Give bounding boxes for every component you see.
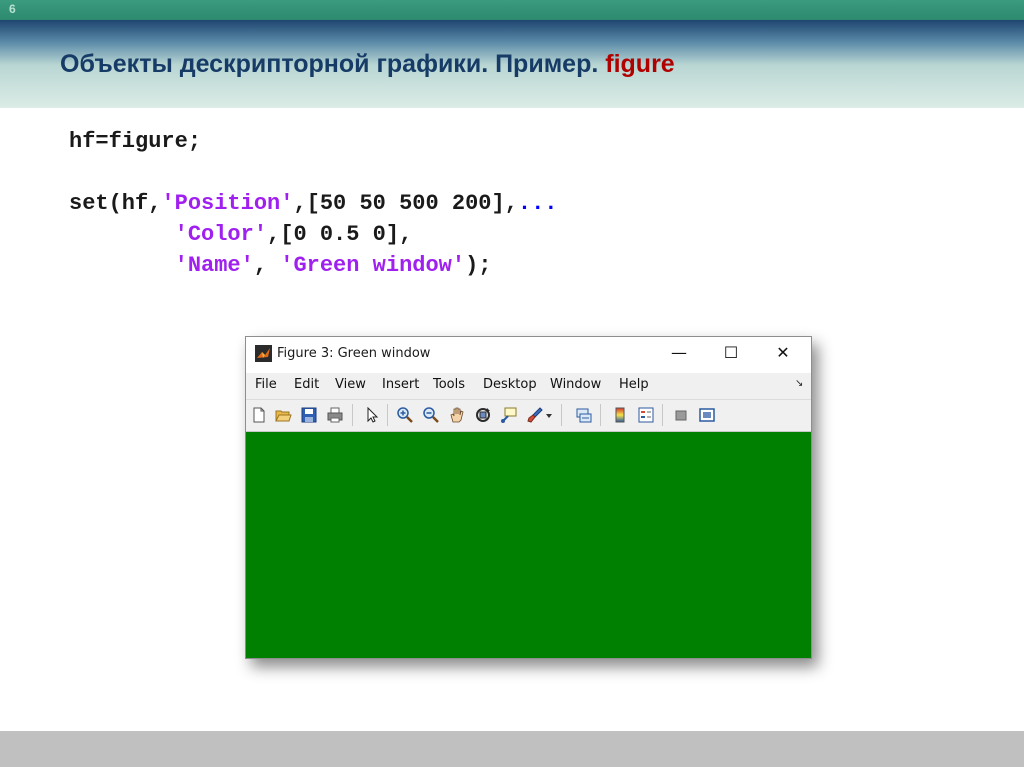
menu-window[interactable]: Window bbox=[550, 377, 601, 392]
toolbar-separator bbox=[662, 404, 663, 426]
figure-toolbar bbox=[246, 399, 811, 432]
toolbar-separator bbox=[387, 404, 388, 426]
slide-number: 6 bbox=[9, 2, 16, 16]
code-token: ,[50 50 500 200], bbox=[293, 191, 518, 216]
code-token: , bbox=[253, 253, 281, 278]
code-line-2: set(hf,'Position',[50 50 500 200],... bbox=[69, 191, 558, 216]
code-block: hf=figure; set(hf,'Position',[50 50 500 … bbox=[69, 126, 558, 281]
pan-hand-icon[interactable] bbox=[448, 406, 466, 424]
top-strip: 6 bbox=[0, 0, 1024, 20]
new-figure-icon[interactable] bbox=[250, 406, 268, 424]
data-cursor-icon[interactable] bbox=[500, 406, 518, 424]
print-icon[interactable] bbox=[326, 406, 344, 424]
maximize-button[interactable]: ☐ bbox=[708, 337, 754, 369]
menu-view[interactable]: View bbox=[335, 377, 366, 392]
brush-icon[interactable] bbox=[526, 406, 544, 424]
insert-legend-icon[interactable] bbox=[637, 406, 655, 424]
code-line-1: hf=figure; bbox=[69, 129, 202, 154]
code-token: ,[0 0.5 0], bbox=[267, 222, 413, 247]
open-file-icon[interactable] bbox=[274, 406, 292, 424]
menu-insert[interactable]: Insert bbox=[382, 377, 419, 392]
save-icon[interactable] bbox=[300, 406, 318, 424]
menu-help[interactable]: Help bbox=[619, 377, 649, 392]
slide-title-text: Объекты дескрипторной графики. Пример. bbox=[60, 50, 599, 78]
figure-canvas[interactable] bbox=[246, 432, 811, 658]
matlab-icon bbox=[255, 345, 272, 362]
menu-desktop[interactable]: Desktop bbox=[483, 377, 537, 392]
link-plot-icon[interactable] bbox=[575, 406, 593, 424]
code-line-3: 'Color',[0 0.5 0], bbox=[69, 222, 413, 247]
minimize-button[interactable]: — bbox=[656, 337, 702, 369]
code-token: ); bbox=[465, 253, 492, 278]
rotate-3d-icon[interactable] bbox=[474, 406, 492, 424]
menu-overflow-icon[interactable]: ↘ bbox=[795, 378, 803, 389]
insert-colorbar-icon[interactable] bbox=[611, 406, 629, 424]
toolbar-separator bbox=[561, 404, 562, 426]
menu-tools[interactable]: Tools bbox=[433, 377, 465, 392]
menu-bar: File Edit View Insert Tools Desktop Wind… bbox=[246, 373, 811, 399]
zoom-in-icon[interactable] bbox=[396, 406, 414, 424]
select-arrow-icon[interactable] bbox=[363, 406, 381, 424]
toolbar-separator bbox=[600, 404, 601, 426]
bottom-bar bbox=[0, 731, 1024, 767]
code-continuation: ... bbox=[517, 191, 558, 216]
toolbar-separator bbox=[352, 404, 353, 426]
show-plot-tools-icon[interactable] bbox=[698, 406, 716, 424]
menu-edit[interactable]: Edit bbox=[294, 377, 319, 392]
code-string: 'Position' bbox=[161, 191, 294, 216]
code-string: 'Green window' bbox=[280, 253, 466, 278]
zoom-out-icon[interactable] bbox=[422, 406, 440, 424]
code-string: 'Name' bbox=[174, 253, 254, 278]
code-string: 'Color' bbox=[174, 222, 268, 247]
slide-title: Объекты дескрипторной графики. Пример. f… bbox=[60, 50, 675, 79]
code-line-4: 'Name', 'Green window'); bbox=[69, 253, 492, 278]
hide-plot-tools-icon[interactable] bbox=[672, 406, 690, 424]
slide-title-accent: figure bbox=[605, 50, 675, 78]
figure-window: Figure 3: Green window — ☐ ✕ File Edit V… bbox=[245, 336, 812, 659]
brush-dropdown-icon[interactable] bbox=[545, 406, 553, 424]
code-token: set(hf, bbox=[69, 191, 162, 216]
close-button[interactable]: ✕ bbox=[760, 337, 806, 369]
menu-file[interactable]: File bbox=[255, 377, 277, 392]
window-titlebar[interactable]: Figure 3: Green window — ☐ ✕ bbox=[246, 337, 811, 371]
window-title: Figure 3: Green window bbox=[277, 346, 431, 361]
